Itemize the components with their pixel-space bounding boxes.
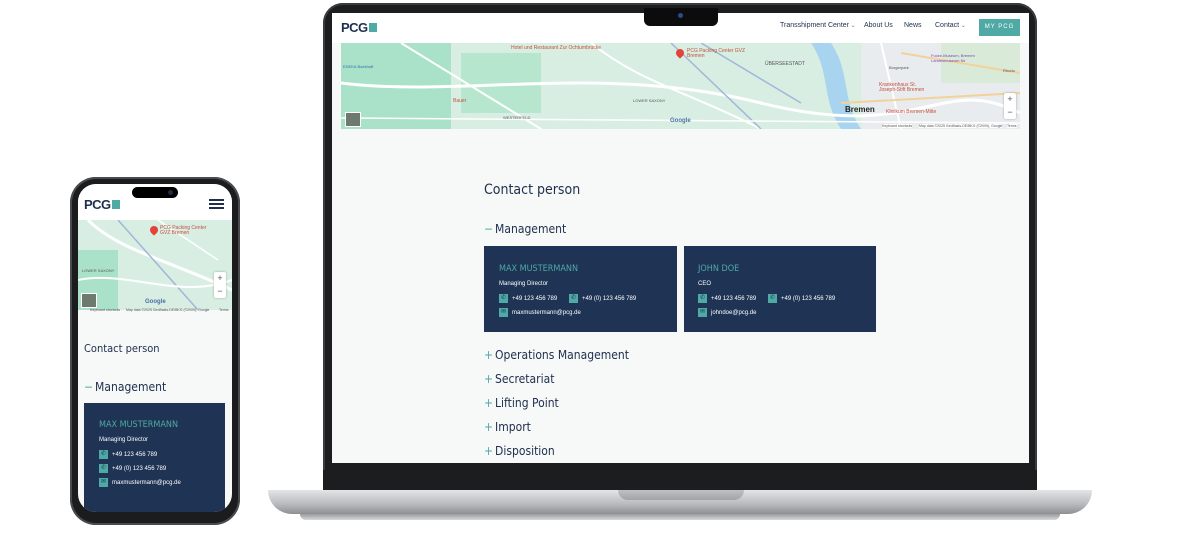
map-footer-shortcuts[interactable]: Keyboard shortcuts — [882, 124, 913, 128]
webcam-icon — [678, 13, 683, 18]
google-logo: Google — [145, 299, 166, 305]
phone-icon: ✆ — [99, 464, 108, 473]
map-place-label: Burgerpark — [889, 65, 909, 70]
chevron-down-icon: ⌄ — [959, 23, 966, 29]
map-place-label: Hotel und Restaurant Zur Ochtumbrücke — [511, 45, 602, 51]
contact-card: JOHN DOE CEO ✆ +49 123 456 789 ✆ +49 (0) 1… — [684, 246, 876, 332]
collapse-icon: − — [84, 380, 94, 394]
department-management-toggle[interactable]: − Management — [484, 222, 566, 236]
map-place-label: Rhodo — [1003, 68, 1015, 73]
contact-email[interactable]: ✉ maxmustermann@pcg.de — [499, 308, 581, 317]
map-place-label: Focke-Museum, Bremen Landesmuseum für — [931, 53, 975, 63]
laptop-foot — [300, 514, 1060, 520]
zoom-in-button[interactable]: + — [1004, 93, 1016, 106]
expand-icon: + — [484, 372, 494, 386]
map-footer-data: Map data ©2025 GeoBasis-DE/BKG (©2009), … — [126, 308, 210, 312]
contact-phone-alt[interactable]: ✆ +49 (0) 123 456 789 — [99, 464, 166, 473]
location-map[interactable]: PCG Packing Center GVZ Bremen Hotel und … — [341, 43, 1020, 129]
contact-phone[interactable]: ✆ +49 123 456 789 — [99, 450, 157, 459]
map-footer-terms[interactable]: Terms — [219, 308, 229, 312]
nav-news[interactable]: News — [904, 22, 922, 29]
email-icon: ✉ — [99, 478, 108, 487]
department-toggle[interactable]: + Operations Management — [484, 348, 629, 362]
logo-square-icon — [368, 23, 377, 32]
map-place-label: LOWER SAXONY — [82, 268, 115, 273]
contact-phone-alt[interactable]: ✆ +49 (0) 123 456 789 — [569, 294, 636, 303]
department-toggle[interactable]: + Import — [484, 420, 531, 434]
nav-transshipment-center[interactable]: Transshipment Center ⌄ — [780, 22, 856, 29]
department-toggle[interactable]: + Secretariat — [484, 372, 554, 386]
map-zoom-control: + − — [214, 272, 226, 298]
google-logo: Google — [670, 118, 691, 124]
phone-screen: PCG PCG Packing Center GVZ Bremen LOWER S… — [78, 184, 232, 512]
zoom-out-button[interactable]: − — [1004, 106, 1016, 119]
expand-icon: + — [484, 396, 494, 410]
nav-contact[interactable]: Contact ⌄ — [935, 22, 966, 29]
map-place-label: Krankenhaus St. Joseph-Stift Bremen — [879, 82, 925, 93]
contact-role: CEO — [698, 281, 712, 287]
map-place-label: Bauer — [453, 98, 467, 104]
my-pcg-button[interactable]: MY PCG — [979, 19, 1020, 36]
map-satellite-toggle[interactable] — [345, 112, 361, 127]
map-city-label: Bremen — [845, 105, 875, 114]
map-place-label: LOWER SAXONY — [633, 98, 666, 103]
nav-about-us[interactable]: About Us — [864, 22, 893, 29]
contact-phone-alt[interactable]: ✆ +49 (0) 123 456 789 — [768, 294, 835, 303]
contact-role: Managing Director — [499, 281, 549, 287]
contact-email[interactable]: ✉ maxmustermann@pcg.de — [99, 478, 181, 487]
map-place-label: WESTERFELD — [503, 115, 531, 120]
contact-name: MAX MUSTERMANN — [499, 264, 579, 274]
map-pin-label: PCG Packing Center GVZ Bremen — [160, 225, 207, 236]
map-place-label: ÜBERSEESTADT — [765, 61, 805, 67]
laptop-groove — [618, 490, 744, 500]
phone-icon: ✆ — [499, 294, 508, 303]
phone-camera-icon — [168, 190, 173, 195]
phone-icon: ✆ — [569, 294, 578, 303]
phone-icon: ✆ — [698, 294, 707, 303]
map-pin-label: PCG Packing Center GVZ Bremen — [687, 48, 746, 59]
contact-phone[interactable]: ✆ +49 123 456 789 — [499, 294, 557, 303]
site-logo[interactable]: PCG — [341, 20, 377, 35]
laptop-screen: PCG Transshipment Center ⌄ About Us News… — [332, 13, 1029, 463]
location-map[interactable]: PCG Packing Center GVZ Bremen LOWER SAXON… — [78, 220, 232, 310]
department-management-toggle[interactable]: − Management — [84, 380, 166, 394]
chevron-down-icon: ⌄ — [849, 23, 856, 29]
map-footer-shortcuts[interactable]: Keyboard shortcuts — [90, 308, 120, 312]
expand-icon: + — [484, 444, 494, 458]
phone-icon: ✆ — [99, 450, 108, 459]
phone-icon: ✆ — [768, 294, 777, 303]
contact-name: JOHN DOE — [698, 264, 740, 274]
contact-email[interactable]: ✉ johndoe@pcg.de — [698, 308, 756, 317]
map-zoom-control: + − — [1004, 93, 1016, 119]
department-toggle[interactable]: + Disposition — [484, 444, 555, 458]
expand-icon: + — [484, 348, 494, 362]
contact-card: MAX MUSTERMANN Managing Director ✆ +49 12… — [84, 403, 225, 512]
collapse-icon: − — [484, 222, 494, 236]
zoom-in-button[interactable]: + — [214, 272, 226, 285]
hamburger-menu-icon[interactable] — [209, 199, 224, 209]
email-icon: ✉ — [499, 308, 508, 317]
map-satellite-toggle[interactable] — [81, 293, 97, 308]
map-footer-terms[interactable]: Terms — [1007, 124, 1017, 128]
logo-square-icon — [111, 200, 120, 209]
expand-icon: + — [484, 420, 494, 434]
contact-phone[interactable]: ✆ +49 123 456 789 — [698, 294, 756, 303]
map-place-label: Klinikum Bremen-Mitte — [886, 109, 937, 115]
map-place-label: EDEKA Boekhoff — [343, 64, 374, 69]
contact-name: MAX MUSTERMANN — [99, 420, 179, 430]
contact-card: MAX MUSTERMANN Managing Director ✆ +49 12… — [484, 246, 677, 332]
laptop-chin — [323, 470, 1037, 490]
site-logo[interactable]: PCG — [84, 197, 120, 212]
department-toggle[interactable]: + Lifting Point — [484, 396, 559, 410]
map-footer-data: Map data ©2025 GeoBasis-DE/BKG (©2009), … — [919, 124, 1003, 128]
contact-person-title: Contact person — [84, 342, 160, 355]
contact-role: Managing Director — [99, 437, 149, 443]
contact-person-title: Contact person — [484, 182, 581, 198]
zoom-out-button[interactable]: − — [214, 285, 226, 298]
email-icon: ✉ — [698, 308, 707, 317]
